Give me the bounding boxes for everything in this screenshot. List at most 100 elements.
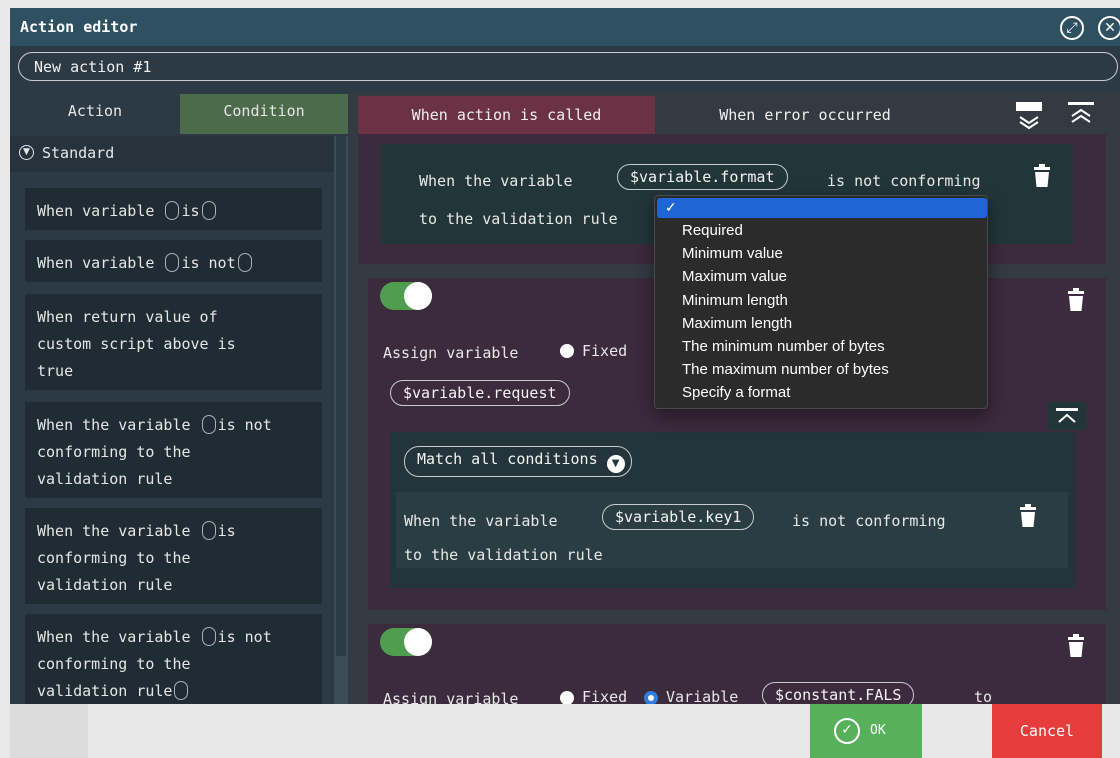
collapse-all-icon[interactable]: [1014, 100, 1044, 130]
condition-item-line: validation rule: [37, 678, 310, 704]
condition-item-text: conforming to the: [37, 549, 191, 567]
match-conditions-select[interactable]: Match all conditions ▼: [404, 446, 632, 477]
condition-item-text: When the variable: [37, 628, 200, 646]
condition-item-line: When variable is: [37, 198, 310, 225]
condition-item-text: When variable: [37, 202, 164, 220]
action-name-row: [10, 46, 1120, 94]
radio-selected: [560, 344, 574, 358]
condition-item-text: When return value of: [37, 308, 218, 326]
left-panel: Action Condition ▼ Standard When variabl…: [10, 94, 348, 704]
block-2-toggle[interactable]: [380, 282, 432, 310]
variable-pill-request[interactable]: $variable.request: [390, 380, 570, 406]
condition-item-line: custom script above is: [37, 331, 310, 358]
condition-item-text: When variable: [37, 254, 164, 272]
variable-slot[interactable]: [165, 253, 180, 272]
assign-variable-label: Assign variable: [383, 690, 519, 704]
condition-item-line: When the variable is not: [37, 624, 310, 651]
dropdown-option[interactable]: Minimum value: [682, 243, 783, 265]
condition-item[interactable]: When the variable is conforming to the val…: [25, 508, 322, 604]
left-scrollbar-thumb[interactable]: [336, 136, 346, 656]
ok-button[interactable]: ✓ OK: [810, 704, 922, 758]
condition-item-text: is: [181, 202, 200, 220]
variable-slot[interactable]: [201, 627, 216, 646]
condition-item[interactable]: When the variable is not conforming to th…: [25, 614, 322, 704]
condition-item[interactable]: When variable is: [25, 188, 322, 230]
variable-pill-key1[interactable]: $variable.key1: [602, 504, 755, 530]
fixed-label: Fixed: [582, 688, 628, 704]
condition-item[interactable]: When the variable is not conforming to th…: [25, 402, 322, 498]
event-block-3: Assign variable Fixed Variable $constant…: [368, 624, 1106, 704]
to-label: to: [974, 688, 993, 704]
cancel-button[interactable]: Cancel: [992, 704, 1102, 758]
condition-2-prefix: When the variable: [404, 512, 558, 530]
condition-item-line: When return value of: [37, 304, 310, 331]
condition-item[interactable]: When variable is not: [25, 240, 322, 282]
condition-item-line: true: [37, 358, 310, 385]
condition-item-text: conforming to the: [37, 655, 191, 673]
condition-item-text: validation rule: [37, 470, 173, 488]
expand-icon[interactable]: ⤢: [1060, 16, 1084, 40]
condition-item-text: custom script above is: [37, 335, 236, 353]
trash-icon[interactable]: [1066, 288, 1086, 312]
condition-1-line2: to the validation rule: [419, 210, 618, 228]
dropdown-selected-row[interactable]: ✓: [657, 198, 987, 218]
validation-rule-dropdown[interactable]: ✓ Required Minimum value Maximum value Mini…: [654, 195, 988, 409]
tab-when-error-occurred[interactable]: When error occurred: [658, 96, 952, 134]
variable-slot[interactable]: [237, 253, 252, 272]
condition-1-prefix: When the variable: [419, 172, 573, 190]
dropdown-option[interactable]: Required: [682, 220, 743, 242]
variable-slot[interactable]: [174, 681, 189, 700]
dropdown-option[interactable]: The minimum number of bytes: [682, 336, 885, 358]
radio-selected: [644, 691, 658, 704]
tab-when-action-called[interactable]: When action is called: [358, 96, 655, 134]
trash-icon[interactable]: [1032, 164, 1052, 188]
variable-slot[interactable]: [201, 415, 216, 434]
tab-condition[interactable]: Condition: [180, 94, 348, 134]
fixed-radio[interactable]: [560, 343, 574, 361]
condition-item-line: conforming to the: [37, 651, 310, 678]
variable-slot[interactable]: [201, 521, 216, 540]
variable-slot[interactable]: [201, 201, 216, 220]
dropdown-option[interactable]: Maximum value: [682, 266, 787, 288]
condition-item-text: validation rule: [37, 682, 173, 700]
dialog-footer: ✓ OK Cancel: [10, 704, 1120, 758]
dropdown-option[interactable]: Maximum length: [682, 313, 792, 335]
variable-pill-format[interactable]: $variable.format: [617, 164, 788, 190]
condition-item-line: When the variable is: [37, 518, 310, 545]
fixed-label: Fixed: [582, 342, 628, 360]
dropdown-option[interactable]: The maximum number of bytes: [682, 359, 889, 381]
trash-icon[interactable]: [1018, 504, 1038, 528]
condition-2-suffix: is not conforming: [792, 512, 946, 530]
toggle-knob: [404, 282, 432, 310]
block-3-toggle[interactable]: [380, 628, 432, 656]
check-circle-icon: ✓: [834, 718, 860, 744]
condition-item-text: conforming to the: [37, 443, 191, 461]
condition-2-line2: to the validation rule: [404, 546, 603, 564]
condition-item-line: When variable is not: [37, 250, 310, 277]
trash-icon[interactable]: [1066, 634, 1086, 658]
close-icon[interactable]: ✕: [1098, 16, 1120, 40]
ok-label: OK: [870, 723, 886, 738]
condition-item-text: is not: [181, 254, 236, 272]
tab-action[interactable]: Action: [10, 94, 180, 134]
constant-pill[interactable]: $constant.FALS: [762, 682, 915, 704]
caret-down-icon: ▼: [606, 455, 625, 473]
action-name-input[interactable]: [18, 52, 1118, 81]
condition-item[interactable]: When return value of custom script above …: [25, 294, 322, 390]
match-conditions-label: Match all conditions: [417, 450, 598, 468]
condition-item-line: validation rule: [37, 466, 310, 493]
condition-item-text: When the variable: [37, 416, 200, 434]
standard-section-label: Standard: [42, 144, 115, 162]
variable-radio[interactable]: [644, 690, 658, 704]
fixed-radio[interactable]: [560, 690, 574, 704]
variable-slot[interactable]: [165, 201, 180, 220]
variable-label: Variable: [666, 688, 739, 704]
expand-all-icon[interactable]: [1066, 100, 1096, 130]
standard-section-header[interactable]: ▼ Standard: [10, 136, 334, 172]
assign-variable-label: Assign variable: [383, 344, 519, 362]
chevron-circle-down-icon: ▼: [19, 145, 34, 160]
chevron-up-icon[interactable]: [1048, 402, 1086, 430]
dropdown-option[interactable]: Minimum length: [682, 290, 788, 312]
condition-item-line: validation rule: [37, 572, 310, 599]
dropdown-option[interactable]: Specify a format: [682, 382, 790, 404]
